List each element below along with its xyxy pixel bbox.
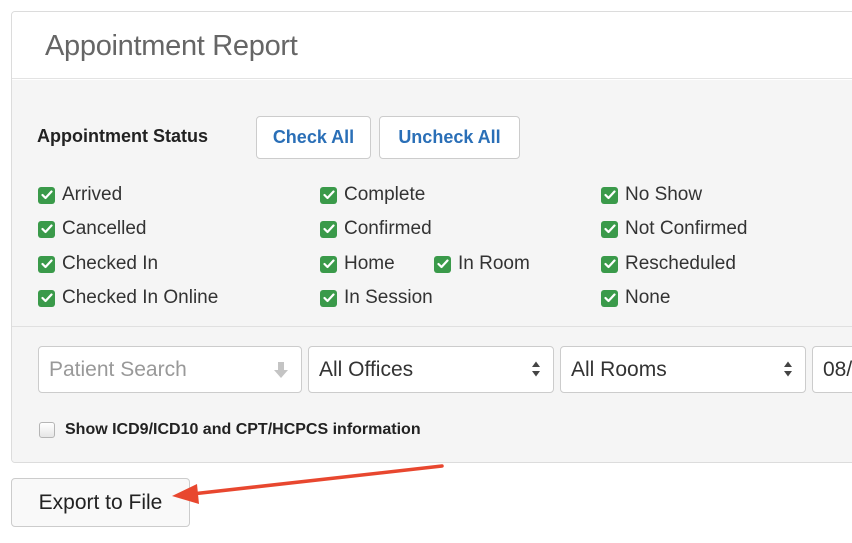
status-label-text: None (625, 287, 671, 308)
offices-select[interactable]: All Offices (308, 346, 554, 393)
status-label-text: Home (344, 253, 395, 274)
status-checkbox-cancelled[interactable]: Cancelled (38, 217, 147, 241)
status-label-text: Rescheduled (625, 253, 736, 274)
status-label-text: In Room (458, 253, 530, 274)
rooms-select[interactable]: All Rooms (560, 346, 806, 393)
checkbox-checked-icon (38, 186, 55, 204)
show-icd-cpt-checkbox[interactable]: Show ICD9/ICD10 and CPT/HCPCS informatio… (39, 420, 421, 440)
status-checkbox-arrived[interactable]: Arrived (38, 183, 122, 207)
status-label-text: Checked In Online (62, 287, 219, 308)
show-icd-cpt-label: Show ICD9/ICD10 and CPT/HCPCS informatio… (65, 421, 421, 438)
checkbox-checked-icon (320, 186, 337, 204)
status-checkbox-not-confirmed[interactable]: Not Confirmed (601, 217, 748, 241)
status-label-text: Complete (344, 184, 426, 205)
checkbox-checked-icon (38, 220, 55, 238)
status-label-text: Checked In (62, 253, 159, 274)
patient-search-placeholder: Patient Search (49, 357, 187, 381)
status-checkbox-confirmed[interactable]: Confirmed (320, 217, 432, 241)
checkbox-checked-icon (601, 289, 618, 307)
status-checkbox-rescheduled[interactable]: Rescheduled (601, 252, 736, 276)
status-checkbox-none[interactable]: None (601, 286, 670, 310)
offices-select-value: All Offices (319, 357, 414, 381)
status-checkbox-home[interactable]: Home (320, 252, 395, 276)
status-checkbox-in-session[interactable]: In Session (320, 286, 433, 310)
panel-body: Appointment Status Check All Uncheck All… (12, 80, 852, 462)
rooms-select-value: All Rooms (571, 357, 667, 381)
status-label-text: Not Confirmed (625, 218, 748, 239)
uncheck-all-button[interactable]: Uncheck All (379, 116, 520, 159)
status-label-text: No Show (625, 184, 703, 205)
export-to-file-button[interactable]: Export to File (11, 478, 190, 527)
checkbox-checked-icon (320, 255, 337, 273)
date-input-value: 08/ (823, 357, 852, 381)
checkbox-checked-icon (601, 186, 618, 204)
status-label-text: Cancelled (62, 218, 147, 239)
status-label-text: Confirmed (344, 218, 432, 239)
arrow-down-icon (274, 362, 288, 378)
status-checkbox-checked-in[interactable]: Checked In (38, 252, 158, 276)
status-checkbox-checked-in-online[interactable]: Checked In Online (38, 286, 218, 310)
checkbox-checked-icon (38, 255, 55, 273)
page-title: Appointment Report (45, 30, 298, 62)
select-updown-icon (784, 361, 792, 377)
checkbox-checked-icon (601, 255, 618, 273)
checkbox-checked-icon (434, 255, 451, 273)
select-updown-icon (532, 361, 540, 377)
checkbox-checked-icon (601, 220, 618, 238)
checkbox-checked-icon (320, 220, 337, 238)
section-divider (12, 326, 852, 327)
status-label-text: In Session (344, 287, 433, 308)
checkbox-unchecked-icon (39, 422, 55, 438)
checkbox-checked-icon (320, 289, 337, 307)
date-input[interactable]: 08/ (812, 346, 852, 393)
checkbox-checked-icon (38, 289, 55, 307)
status-checkbox-no-show[interactable]: No Show (601, 183, 702, 207)
panel-header: Appointment Report (12, 12, 852, 79)
status-checkbox-in-room[interactable]: In Room (434, 252, 530, 276)
patient-search-input[interactable]: Patient Search (38, 346, 302, 393)
appointment-status-label: Appointment Status (37, 126, 208, 146)
appointment-report-panel: Appointment Report Appointment Status Ch… (11, 11, 852, 463)
status-label-text: Arrived (62, 184, 123, 205)
status-checkbox-complete[interactable]: Complete (320, 183, 425, 207)
check-all-button[interactable]: Check All (256, 116, 371, 159)
